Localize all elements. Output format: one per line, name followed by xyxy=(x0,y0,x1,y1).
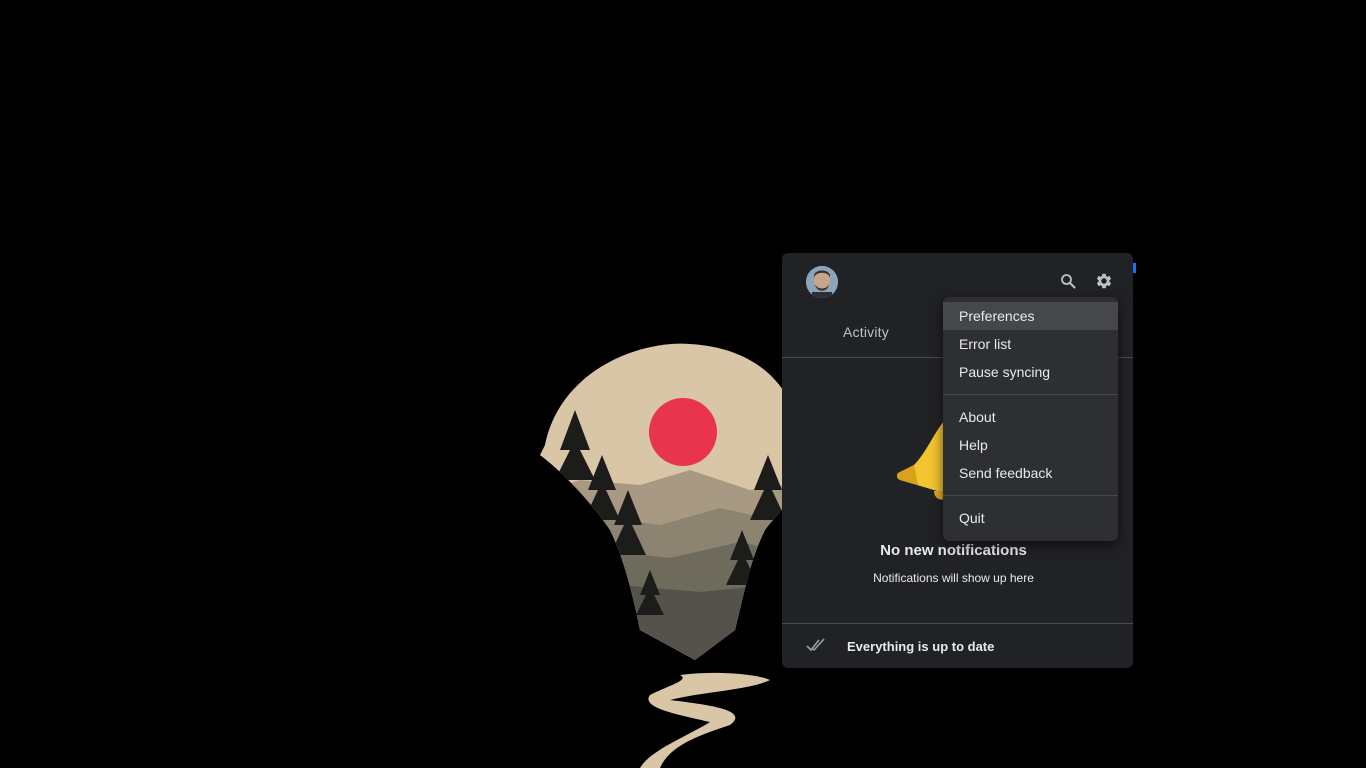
settings-button[interactable] xyxy=(1092,269,1116,293)
wallpaper-illustration xyxy=(540,343,800,768)
status-footer: Everything is up to date xyxy=(782,623,1133,668)
window-edge-marker xyxy=(1133,263,1136,273)
menu-item-error-list[interactable]: Error list xyxy=(943,330,1118,358)
double-check-icon xyxy=(806,638,825,652)
menu-divider xyxy=(943,495,1118,496)
desktop xyxy=(0,0,1366,768)
menu-item-send-feedback[interactable]: Send feedback xyxy=(943,459,1118,487)
menu-item-about[interactable]: About xyxy=(943,403,1118,431)
menu-divider xyxy=(943,394,1118,395)
avatar-image xyxy=(806,266,838,298)
menu-item-help[interactable]: Help xyxy=(943,431,1118,459)
tab-activity[interactable]: Activity xyxy=(843,324,889,340)
sync-status-text: Everything is up to date xyxy=(847,639,995,654)
empty-state-title: No new notifications xyxy=(880,542,1027,559)
menu-item-quit[interactable]: Quit xyxy=(943,504,1118,532)
menu-item-pause-syncing[interactable]: Pause syncing xyxy=(943,358,1118,386)
search-icon xyxy=(1061,274,1076,289)
menu-item-preferences[interactable]: Preferences xyxy=(943,302,1118,330)
avatar[interactable] xyxy=(806,266,838,298)
empty-state-subtitle: Notifications will show up here xyxy=(873,571,1034,585)
settings-menu: Preferences Error list Pause syncing Abo… xyxy=(943,297,1118,541)
gear-icon xyxy=(1096,273,1112,289)
search-button[interactable] xyxy=(1056,269,1080,293)
